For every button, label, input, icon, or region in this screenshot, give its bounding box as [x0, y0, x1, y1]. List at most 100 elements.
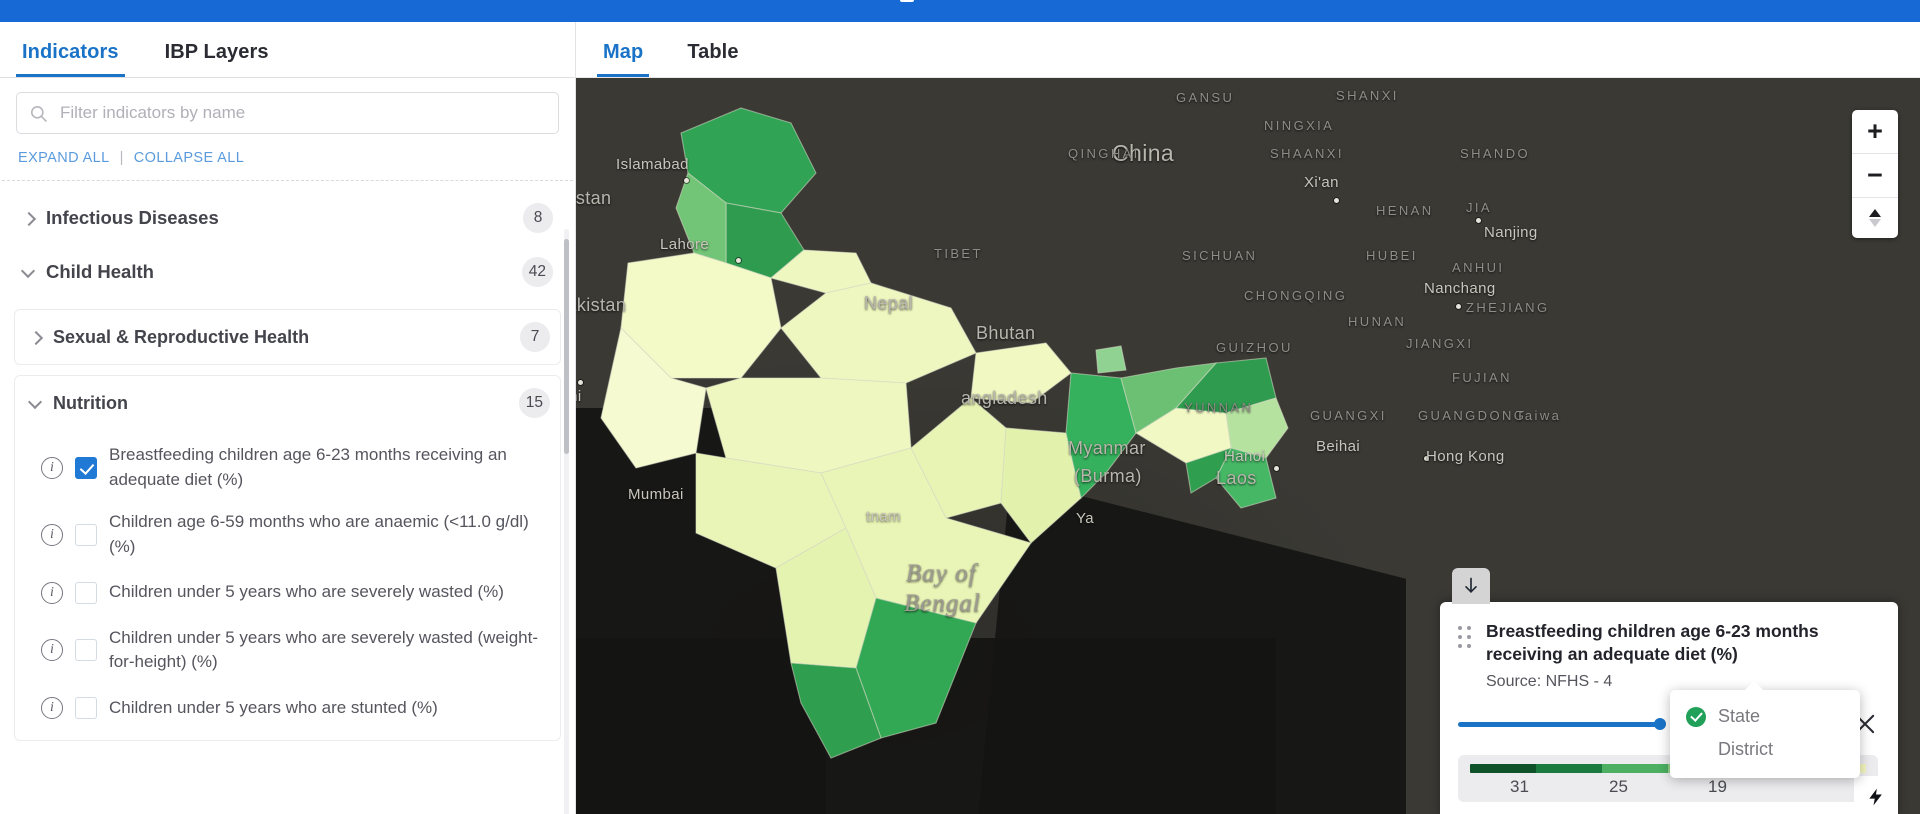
compass-icon[interactable] — [1852, 198, 1898, 238]
tree-node-count-badge: 15 — [518, 388, 550, 418]
dropdown-item-state[interactable]: State — [1670, 700, 1860, 733]
lightning-icon[interactable] — [1854, 776, 1898, 814]
chevron-down-icon — [29, 396, 43, 410]
chevron-down-icon — [22, 265, 36, 279]
city-dot-nanjing — [1476, 218, 1481, 223]
app-root: Indicators IBP Layers EXPAND ALL | COLLA… — [0, 0, 1920, 814]
sidebar-tabs: Indicators IBP Layers — [0, 22, 575, 78]
info-icon[interactable]: i — [41, 523, 63, 546]
expand-all-link[interactable]: EXPAND ALL — [18, 150, 110, 166]
zoom-in-button[interactable]: + — [1852, 110, 1898, 154]
indicator-checkbox[interactable] — [75, 696, 97, 719]
zoom-out-button[interactable]: − — [1852, 154, 1898, 198]
list-item[interactable]: i Children under 5 years who are stunted… — [15, 684, 560, 732]
sidebar-scrollbar-thumb[interactable] — [564, 239, 569, 454]
opacity-slider[interactable] — [1458, 718, 1666, 730]
content-panel: Map Table stan kistan Nepal Bhutan angla… — [576, 22, 1920, 814]
indicator-label: Children under 5 years who are severely … — [109, 582, 504, 602]
collapse-all-link[interactable]: COLLAPSE ALL — [134, 150, 244, 166]
legend-scale-label-empty — [1767, 777, 1866, 797]
indicator-checkbox[interactable] — [75, 581, 97, 604]
tree-node-left: Nutrition — [29, 393, 128, 414]
tree-node-nutrition[interactable]: Nutrition 15 — [15, 376, 560, 430]
city-dot-islamabad — [684, 178, 689, 183]
indicator-label: Children under 5 years who are stunted (… — [109, 697, 438, 717]
info-icon[interactable]: i — [41, 581, 63, 604]
tab-table[interactable]: Table — [681, 41, 744, 77]
tree-node-label: Sexual & Reproductive Health — [53, 326, 310, 347]
tree-node-left: Sexual & Reproductive Health — [29, 327, 309, 348]
top-app-bar — [0, 0, 1920, 22]
indicator-label: Children age 6-59 months who are anaemic… — [109, 512, 529, 556]
legend-color-swatch — [1470, 764, 1536, 773]
tree-node-count-badge: 8 — [523, 203, 553, 233]
tree-group-sexual-reproductive-health: Sexual & Reproductive Health 7 — [14, 309, 561, 365]
layer-level-dropdown: State District — [1670, 681, 1860, 778]
city-dot-lahore — [736, 258, 741, 263]
legend-scale-label: 31 — [1510, 777, 1529, 796]
lightning-bolt-icon — [1869, 788, 1882, 806]
chevron-right-icon — [22, 211, 36, 225]
indicator-label: Breastfeeding children age 6-23 months r… — [109, 445, 507, 489]
legend-header: Breastfeeding children age 6-23 months r… — [1458, 620, 1878, 691]
search-icon — [30, 105, 47, 122]
map-zoom-controls: + − — [1852, 110, 1898, 238]
info-icon[interactable]: i — [41, 456, 63, 479]
info-icon[interactable]: i — [41, 696, 63, 719]
search-container — [0, 78, 575, 134]
tree-node-left: Infectious Diseases — [22, 207, 219, 229]
indicator-list: i Breastfeeding children age 6-23 months… — [15, 430, 560, 740]
city-dot-xian — [1334, 198, 1339, 203]
content-tabs: Map Table — [576, 22, 1920, 78]
state-region — [1095, 345, 1127, 374]
tree-node-label: Nutrition — [53, 392, 128, 413]
legend-scale-labels: 31 25 19 — [1470, 777, 1866, 797]
info-icon[interactable]: i — [41, 639, 63, 662]
tab-map[interactable]: Map — [597, 41, 649, 77]
link-separator: | — [119, 150, 124, 166]
tree-node-child-health[interactable]: Child Health 42 — [0, 245, 575, 299]
search-box[interactable] — [16, 92, 559, 134]
tab-indicators[interactable]: Indicators — [16, 41, 125, 77]
list-item[interactable]: i Children under 5 years who are severel… — [15, 617, 560, 684]
tree-node-infectious-diseases[interactable]: Infectious Diseases 8 — [0, 191, 575, 245]
tree-node-count-badge: 7 — [520, 322, 550, 352]
indicators-sidebar: Indicators IBP Layers EXPAND ALL | COLLA… — [0, 22, 576, 814]
indicator-tree: Infectious Diseases 8 Child Health 42 Se… — [0, 181, 575, 814]
opacity-slider-knob[interactable] — [1654, 718, 1666, 730]
tree-group-nutrition: Nutrition 15 i Breastfeeding children ag… — [14, 375, 561, 741]
city-dot-karachi — [578, 380, 583, 385]
dropdown-item-district[interactable]: District — [1670, 733, 1860, 766]
legend-scale-label: 19 — [1708, 777, 1727, 796]
city-dot-hanoi — [1274, 466, 1279, 471]
compass-arrow-icon — [1869, 209, 1881, 227]
topbar-notch — [900, 0, 914, 2]
state-region — [780, 282, 977, 384]
legend-collapse-handle[interactable] — [1452, 567, 1490, 604]
list-item[interactable]: i Children under 5 years who are severel… — [15, 569, 560, 617]
list-item[interactable]: i Children age 6-59 months who are anaem… — [15, 501, 560, 568]
dropdown-item-label: State — [1718, 706, 1761, 726]
map-canvas[interactable]: Afghanistan Pakistan Nepal Bhutan anglad… — [576, 78, 1920, 814]
tree-node-sexual-reproductive-health[interactable]: Sexual & Reproductive Health 7 — [15, 310, 560, 364]
tab-ibp-layers[interactable]: IBP Layers — [159, 41, 275, 77]
legend-text-block: Breastfeeding children age 6-23 months r… — [1486, 620, 1878, 691]
state-region — [970, 342, 1072, 404]
list-item[interactable]: i Breastfeeding children age 6-23 months… — [15, 434, 560, 501]
check-circle-icon — [1686, 706, 1706, 727]
tree-node-label: Infectious Diseases — [46, 207, 219, 228]
collapse-down-icon — [1465, 577, 1477, 593]
tree-node-label: Child Health — [46, 261, 154, 282]
legend-source: Source: NFHS - 4 — [1486, 673, 1613, 690]
legend-color-swatch — [1536, 764, 1602, 773]
indicator-checkbox[interactable] — [75, 456, 97, 479]
indicator-label: Children under 5 years who are severely … — [109, 627, 538, 672]
indicator-checkbox[interactable] — [75, 639, 97, 662]
drag-handle-icon[interactable] — [1458, 625, 1472, 648]
city-dot-beihai — [1424, 456, 1429, 461]
tree-node-left: Child Health — [22, 261, 154, 283]
legend-title: Breastfeeding children age 6-23 months r… — [1486, 620, 1819, 665]
search-input[interactable] — [60, 103, 546, 123]
indicator-checkbox[interactable] — [75, 523, 97, 546]
legend-color-swatch — [1602, 764, 1668, 773]
